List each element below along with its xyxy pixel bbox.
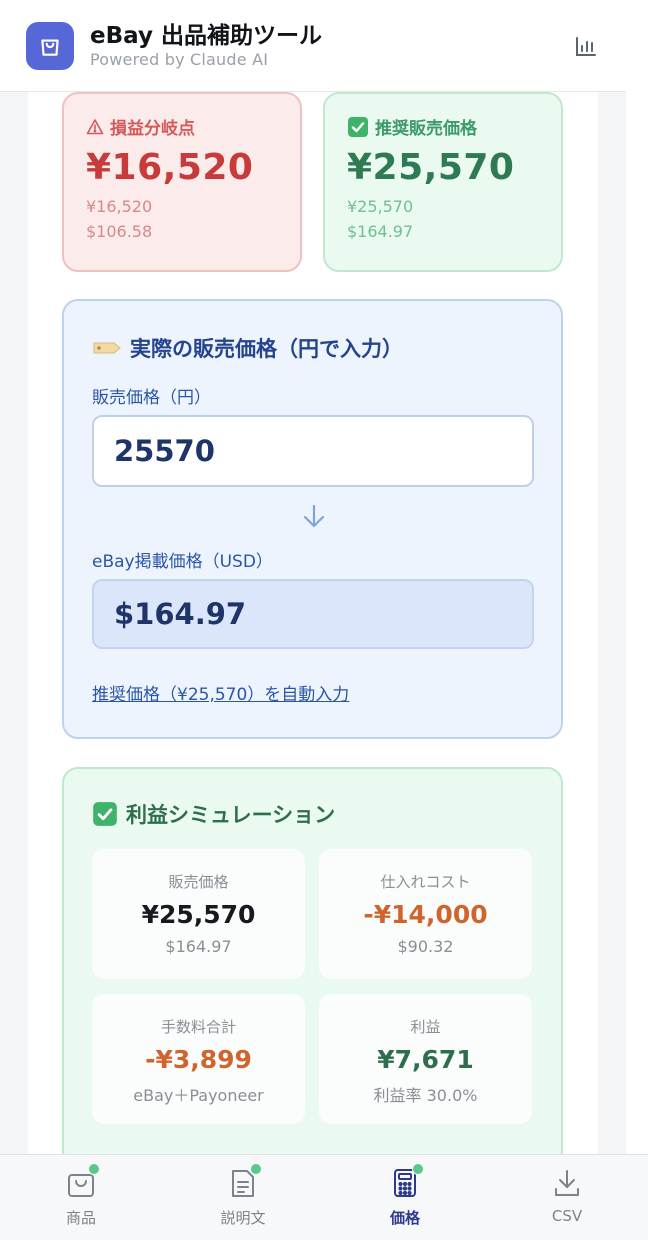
purchase-cost-tile: 仕入れコスト -¥14,000 $90.32 bbox=[319, 849, 532, 979]
nav-tab-products[interactable]: 商品 bbox=[0, 1155, 162, 1240]
tile-sub: $90.32 bbox=[397, 937, 454, 956]
price-tag-icon bbox=[93, 342, 121, 354]
breakeven-usd: $106.58 bbox=[86, 222, 153, 241]
autofill-recommended-link[interactable]: 推奨価格（¥25,570）を自動入力 bbox=[92, 680, 349, 705]
recommended-label: 推奨販売価格 bbox=[375, 119, 477, 139]
tile-value: -¥14,000 bbox=[363, 900, 488, 929]
tile-value: ¥7,671 bbox=[377, 1045, 474, 1074]
tile-label: 仕入れコスト bbox=[380, 873, 471, 891]
tile-sub: 利益率 30.0% bbox=[373, 1086, 478, 1105]
profit-tile: 利益 ¥7,671 利益率 30.0% bbox=[319, 994, 532, 1124]
nav-label: 説明文 bbox=[220, 1209, 266, 1227]
tile-sub: $164.97 bbox=[165, 937, 232, 956]
tile-label: 利益 bbox=[410, 1018, 441, 1036]
nav-tab-price[interactable]: 価格 bbox=[324, 1155, 486, 1240]
sale-price-tile: 販売価格 ¥25,570 $164.97 bbox=[92, 849, 305, 979]
tile-label: 手数料合計 bbox=[160, 1018, 236, 1036]
fees-total-tile: 手数料合計 -¥3,899 eBay＋Payoneer bbox=[92, 994, 305, 1124]
tile-value: -¥3,899 bbox=[145, 1045, 252, 1074]
price-screen: eBay 出品補助ツール Powered by Claude AI 損益分岐点 bbox=[0, 0, 648, 1240]
bottom-nav: 商品 説明文 価格 CSV bbox=[0, 1154, 648, 1240]
actual-price-card: 実際の販売価格（円で入力） 販売価格（円） eBay掲載価格（USD） $164… bbox=[62, 299, 563, 739]
bar-chart-icon bbox=[576, 37, 596, 56]
app-header: eBay 出品補助ツール Powered by Claude AI bbox=[0, 0, 626, 92]
actual-price-title: 実際の販売価格（円で入力） bbox=[130, 337, 403, 361]
recommended-usd: $164.97 bbox=[347, 222, 414, 241]
usd-price-label: eBay掲載価格（USD） bbox=[92, 552, 273, 572]
breakeven-card: 損益分岐点 ¥16,520 ¥16,520 $106.58 bbox=[62, 92, 302, 272]
main-content[interactable]: 損益分岐点 ¥16,520 ¥16,520 $106.58 推奨販売価格 ¥25… bbox=[28, 92, 598, 1154]
nav-label: 価格 bbox=[389, 1209, 420, 1227]
nav-label: 商品 bbox=[65, 1209, 96, 1227]
page-margin bbox=[626, 0, 648, 1240]
simulation-title: 利益シミュレーション bbox=[126, 803, 336, 827]
app-title: eBay 出品補助ツール bbox=[90, 23, 322, 49]
usd-price-display: $164.97 bbox=[92, 579, 534, 649]
tile-label: 販売価格 bbox=[168, 873, 229, 891]
warning-icon bbox=[86, 119, 104, 135]
nav-tab-csv[interactable]: CSV bbox=[486, 1155, 648, 1240]
jpy-price-input[interactable] bbox=[92, 415, 534, 487]
check-box-icon bbox=[348, 116, 368, 137]
nav-badge-dot bbox=[250, 1163, 262, 1175]
arrow-down-icon bbox=[303, 504, 325, 528]
tile-value: ¥25,570 bbox=[141, 900, 256, 929]
recommended-jpy: ¥25,570 bbox=[347, 197, 414, 216]
stats-button[interactable] bbox=[570, 32, 602, 60]
recommended-value: ¥25,570 bbox=[347, 147, 515, 188]
breakeven-value: ¥16,520 bbox=[86, 147, 254, 188]
breakeven-jpy: ¥16,520 bbox=[86, 197, 153, 216]
app-subtitle: Powered by Claude AI bbox=[90, 50, 269, 69]
jpy-price-label: 販売価格（円） bbox=[92, 388, 211, 408]
nav-badge-dot bbox=[412, 1163, 424, 1175]
nav-tab-description[interactable]: 説明文 bbox=[162, 1155, 324, 1240]
recommended-price-card: 推奨販売価格 ¥25,570 ¥25,570 $164.97 bbox=[323, 92, 563, 272]
nav-badge-dot bbox=[88, 1163, 100, 1175]
shopping-bag-app-icon bbox=[26, 22, 74, 70]
tile-sub: eBay＋Payoneer bbox=[133, 1086, 264, 1105]
profit-simulation-card: 利益シミュレーション 販売価格 ¥25,570 $164.97 仕入れコスト -… bbox=[62, 767, 563, 1154]
download-icon bbox=[555, 1170, 579, 1196]
nav-label: CSV bbox=[551, 1207, 583, 1225]
check-box-icon bbox=[93, 802, 117, 826]
breakeven-label: 損益分岐点 bbox=[110, 119, 195, 139]
